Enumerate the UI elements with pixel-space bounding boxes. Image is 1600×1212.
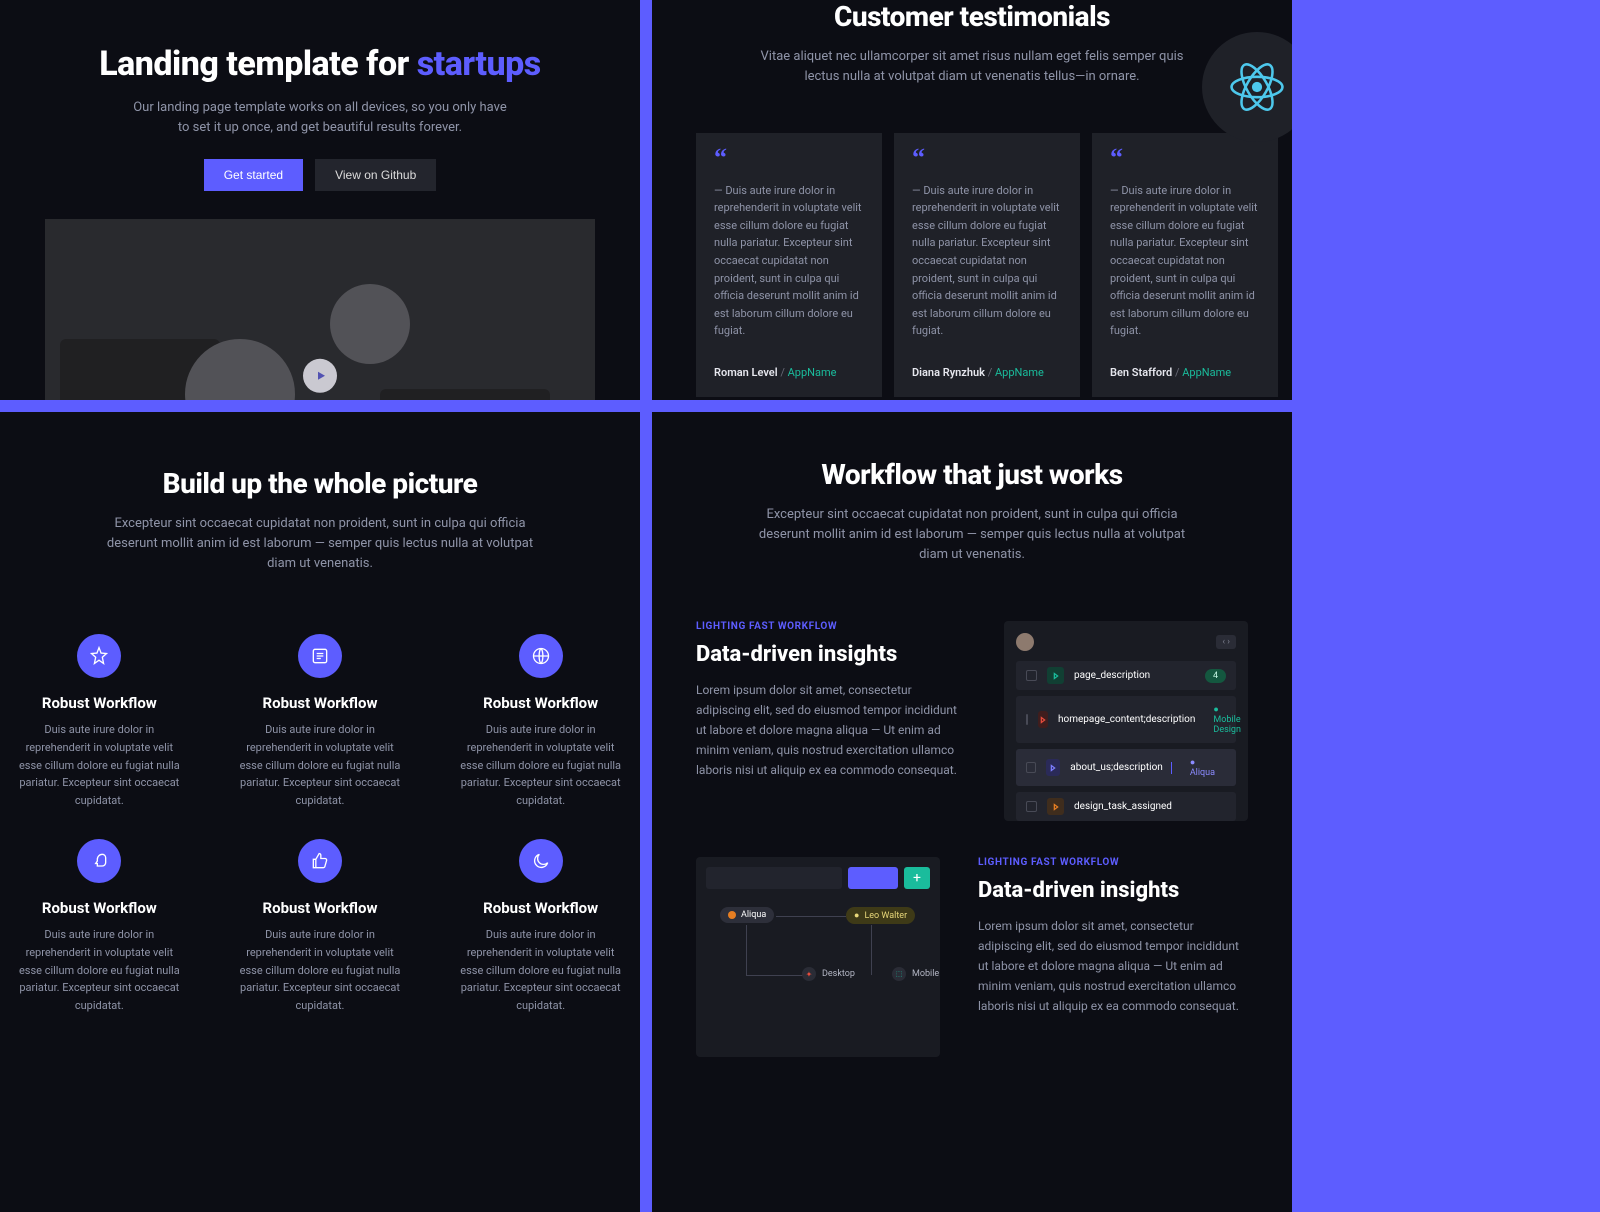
list-row[interactable]: about_us;description● Aliqua [1016,749,1236,786]
app-screenshot-graph: + Aliqua ● Leo Walter ✦Desktop ⬚Mobile [696,857,940,1057]
workflow-kicker: LIGHTING FAST WORKFLOW [978,857,1248,868]
testimonial-card: “ — Duis aute irure dolor in reprehender… [1092,133,1278,397]
list-row[interactable]: design_task_assigned [1016,792,1236,821]
app-screenshot-list: ‹ › page_description4 homepage_content;d… [1004,621,1248,821]
hero-section: Landing template for startups Our landin… [0,0,640,400]
features-grid: Robust WorkflowDuis aute irure dolor in … [0,634,640,1014]
feature-item: Robust WorkflowDuis aute irure dolor in … [239,839,402,1014]
react-icon [1229,59,1285,115]
moon-icon [519,839,563,883]
workflow-section: Workflow that just works Excepteur sint … [652,412,1292,1212]
arrow-controls[interactable]: ‹ › [1216,635,1236,649]
testimonial-text: — Duis aute irure dolor in reprehenderit… [714,182,864,340]
testimonial-card: “ — Duis aute irure dolor in reprehender… [696,133,882,397]
get-started-button[interactable]: Get started [204,159,303,191]
graph-node[interactable]: ⬚Mobile [892,967,939,981]
quote-icon: “ [714,153,864,163]
workflow-block-title: Data-driven insights [978,878,1248,903]
hero-title: Landing template for startups [45,45,595,84]
workflow-block-body: Lorem ipsum dolor sit amet, consectetur … [978,917,1248,1016]
add-button[interactable]: + [904,867,930,889]
testimonial-author: Roman Level / AppName [714,366,864,379]
testimonial-author: Ben Stafford / AppName [1110,366,1260,379]
testimonial-cards: “ — Duis aute irure dolor in reprehender… [696,133,1248,397]
feature-item: Robust WorkflowDuis aute irure dolor in … [459,634,622,809]
workflow-kicker: LIGHTING FAST WORKFLOW [696,621,966,632]
react-badge [1202,32,1292,142]
play-button[interactable] [303,359,337,393]
testimonials-title: Customer testimonials [696,0,1248,33]
hero-buttons: Get started View on Github [45,159,595,191]
feature-item: Robust WorkflowDuis aute irure dolor in … [239,634,402,809]
feature-item: Robust WorkflowDuis aute irure dolor in … [18,839,181,1014]
testimonials-subtitle: Vitae aliquet nec ullamcorper sit amet r… [752,47,1192,87]
features-section: Build up the whole picture Excepteur sin… [0,412,640,1212]
globe-icon [519,634,563,678]
workflow-block-body: Lorem ipsum dolor sit amet, consectetur … [696,681,966,780]
hero-title-accent: startups [417,44,541,84]
head-icon [77,839,121,883]
play-icon [315,370,327,382]
testimonial-text: — Duis aute irure dolor in reprehenderit… [912,182,1062,340]
workflow-subtitle: Excepteur sint occaecat cupidatat non pr… [752,505,1192,565]
view-github-button[interactable]: View on Github [315,159,436,191]
hero-subtitle: Our landing page template works on all d… [130,98,510,137]
list-row[interactable]: homepage_content;description● Mobile Des… [1016,696,1236,743]
quote-icon: “ [1110,153,1260,163]
hero-media [45,219,595,400]
features-title: Build up the whole picture [0,467,640,500]
workflow-row: LIGHTING FAST WORKFLOW Data-driven insig… [696,857,1248,1057]
workflow-title: Workflow that just works [696,458,1248,491]
hero-title-text: Landing template for [99,44,416,84]
feature-item: Robust WorkflowDuis aute irure dolor in … [459,839,622,1014]
feature-item: Robust WorkflowDuis aute irure dolor in … [18,634,181,809]
testimonials-section: Customer testimonials Vitae aliquet nec … [652,0,1292,400]
star-icon [77,634,121,678]
person-chip[interactable]: ● Leo Walter [846,907,915,924]
workflow-block-title: Data-driven insights [696,642,966,667]
list-row[interactable]: page_description4 [1016,661,1236,690]
quote-icon: “ [912,153,1062,163]
list-icon [298,634,342,678]
node-chip[interactable]: Aliqua [720,907,774,923]
toolbar-button[interactable] [848,867,898,889]
features-subtitle: Excepteur sint occaecat cupidatat non pr… [100,514,540,574]
testimonial-text: — Duis aute irure dolor in reprehenderit… [1110,182,1260,340]
workflow-row: LIGHTING FAST WORKFLOW Data-driven insig… [696,621,1248,821]
graph-node[interactable]: ✦Desktop [802,967,855,981]
thumbsup-icon [298,839,342,883]
avatar [1016,633,1034,651]
testimonial-card: “ — Duis aute irure dolor in reprehender… [894,133,1080,397]
testimonial-author: Diana Rynzhuk / AppName [912,366,1062,379]
